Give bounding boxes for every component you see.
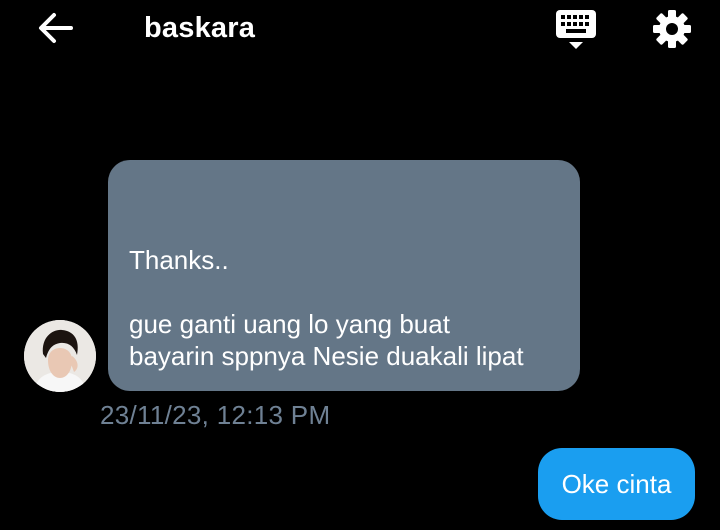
chat-header: baskara (0, 0, 720, 58)
keyboard-button[interactable] (551, 6, 601, 52)
keyboard-icon (556, 10, 596, 49)
message-text: Oke cinta (561, 468, 672, 499)
incoming-message-bubble[interactable]: Thanks.. gue ganti uang lo yang buat bay… (108, 160, 580, 391)
settings-button[interactable] (648, 6, 696, 52)
arrow-left-icon (39, 13, 73, 43)
contact-name: baskara (144, 12, 256, 44)
message-text-line: bayarin sppnya Nesie duakali lipat (129, 341, 524, 371)
gear-icon (653, 10, 691, 48)
back-button[interactable] (34, 10, 78, 46)
message-text-line: Thanks.. (129, 245, 229, 275)
outgoing-message-bubble[interactable]: Oke cinta (538, 448, 695, 520)
message-timestamp: 23/11/23, 12:13 PM (100, 400, 331, 430)
avatar[interactable] (24, 320, 96, 392)
message-text-line: gue ganti uang lo yang buat (129, 309, 450, 339)
avatar-image (24, 320, 96, 392)
